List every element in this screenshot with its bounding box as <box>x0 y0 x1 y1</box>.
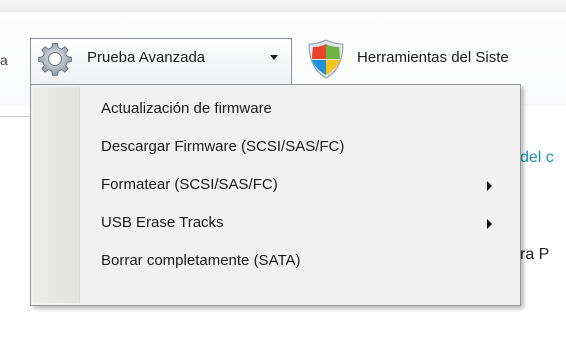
menu-item-firmware-update[interactable]: Actualización de firmware <box>31 90 520 128</box>
menu-item-label: Borrar completamente (SATA) <box>101 252 301 269</box>
menu-item-label: USB Erase Tracks <box>101 214 224 231</box>
menu-item-format[interactable]: Formatear (SCSI/SAS/FC) <box>31 166 520 204</box>
system-tools-label[interactable]: Herramientas del Siste <box>357 49 509 66</box>
menu-item-download-firmware[interactable]: Descargar Firmware (SCSI/SAS/FC) <box>31 128 520 166</box>
window-top-strip <box>0 0 566 12</box>
menu-item-label: Formatear (SCSI/SAS/FC) <box>101 176 278 193</box>
windows-shield-icon[interactable] <box>304 37 348 81</box>
separator-line <box>0 116 30 117</box>
chevron-right-icon <box>487 219 492 229</box>
menu-item-secure-erase-sata[interactable]: Borrar completamente (SATA) <box>31 242 520 280</box>
advanced-test-label[interactable]: Prueba Avanzada <box>87 49 205 66</box>
menu-item-label: Actualización de firmware <box>101 100 272 117</box>
chevron-right-icon <box>487 181 492 191</box>
chevron-down-icon[interactable] <box>270 55 278 60</box>
gear-icon[interactable] <box>36 40 74 78</box>
background-link-fragment[interactable]: del c <box>520 149 554 167</box>
background-text-fragment: ra P <box>520 246 550 263</box>
menu-item-usb-erase-tracks[interactable]: USB Erase Tracks <box>31 204 520 242</box>
advanced-test-dropdown-menu: Actualización de firmware Descargar Firm… <box>30 84 521 306</box>
toolbar-left-cut-label[interactable]: a <box>0 52 8 68</box>
menu-item-label: Descargar Firmware (SCSI/SAS/FC) <box>101 138 345 155</box>
